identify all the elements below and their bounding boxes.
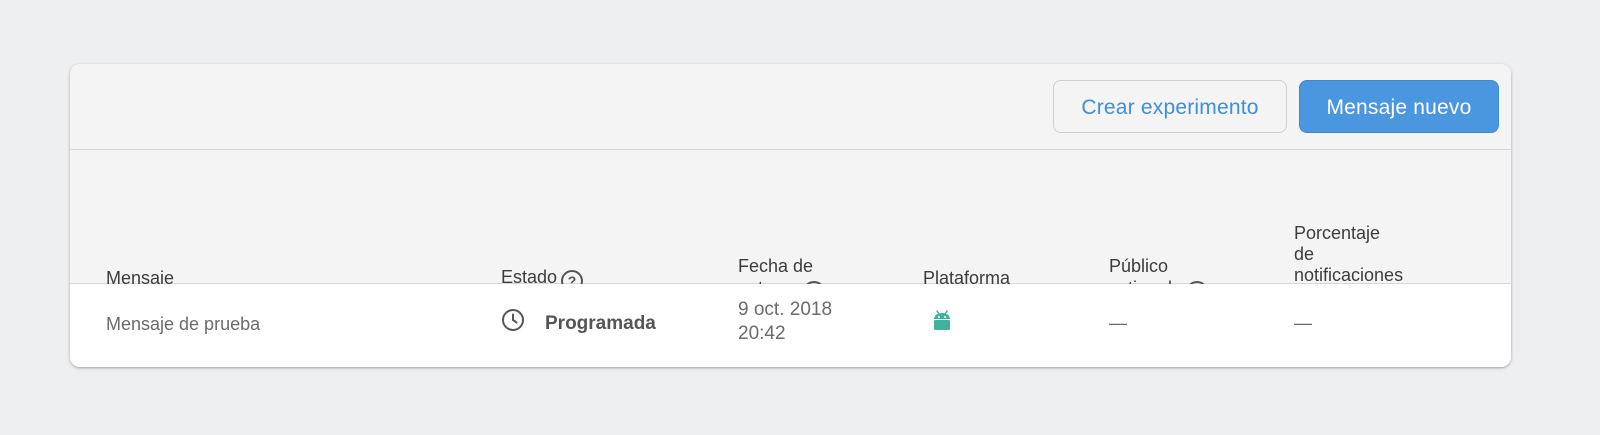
- delivery-date: 9 oct. 2018 20:42: [738, 298, 832, 346]
- table-header: Mensaje Estado? Fecha de entrega? Plataf…: [70, 150, 1511, 332]
- column-header-audience-label: Público: [1109, 256, 1169, 276]
- clock-icon: [502, 309, 524, 331]
- column-header-open-rate-label-2: de: [1294, 244, 1315, 264]
- open-rate-value: —: [1294, 313, 1312, 333]
- table-row[interactable]: Mensaje de prueba Programada 9 oct. 2018…: [70, 284, 1511, 367]
- message-name[interactable]: Mensaje de prueba: [106, 312, 260, 336]
- status-label: Programada: [545, 313, 656, 334]
- column-header-delivery-date-label: Fecha de: [738, 256, 814, 276]
- messages-card: Crear experimento Mensaje nuevo Mensaje …: [70, 64, 1511, 367]
- new-message-button[interactable]: Mensaje nuevo: [1299, 80, 1499, 133]
- column-header-open-rate-label-3: notificaciones: [1294, 265, 1404, 285]
- android-icon: [934, 310, 950, 330]
- create-experiment-button[interactable]: Crear experimento: [1053, 80, 1287, 133]
- delivery-date-day: 9 oct. 2018: [738, 299, 833, 320]
- column-header-open-rate-label-1: Porcentaje: [1294, 223, 1381, 243]
- card-toolbar: Crear experimento Mensaje nuevo: [70, 64, 1511, 150]
- delivery-date-time: 20:42: [738, 323, 786, 344]
- audience-value: —: [1109, 313, 1127, 333]
